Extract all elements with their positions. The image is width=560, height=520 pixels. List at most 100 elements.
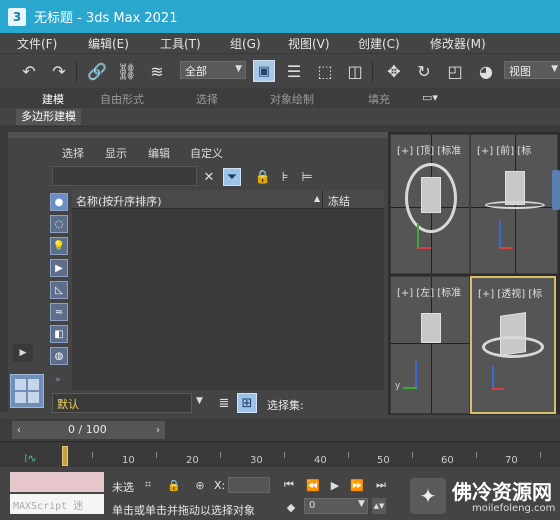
select-object-icon[interactable]: ▣ [253, 60, 275, 82]
frame-spinner-icon[interactable]: ▲▼ [372, 498, 386, 514]
viewport-top-label[interactable]: [+] [顶] [标准 [397, 142, 461, 157]
clear-filter-icon[interactable]: ✕ [200, 168, 218, 186]
maxscript-mini-listener[interactable]: MAXScript 迷 [10, 494, 104, 514]
maxscript-listener-output[interactable] [10, 472, 104, 492]
next-frame-icon[interactable]: ⏩ [348, 476, 366, 494]
ribbon-tab-populate[interactable]: 填充 [368, 91, 390, 107]
rotate-icon[interactable]: ↻ [413, 60, 435, 82]
window-crossing-icon[interactable]: ◫ [344, 60, 366, 82]
isolate-selection-icon[interactable]: ⌗ [140, 477, 156, 493]
viewport-top[interactable]: [+] [顶] [标准 [390, 134, 470, 274]
undo-icon[interactable]: ↶ [18, 60, 40, 82]
current-frame-marker[interactable] [62, 446, 68, 466]
placement-icon[interactable]: ◕ [475, 60, 497, 82]
ribbon-panel: 多边形建模 [0, 108, 560, 126]
rectangular-selection-icon[interactable]: ⬚ [314, 60, 336, 82]
select-by-name-icon[interactable]: ☰ [283, 60, 305, 82]
layer-dropdown[interactable]: 默认 [52, 393, 192, 413]
selection-lock-icon[interactable]: 🔒 [166, 477, 182, 493]
filter-icon[interactable]: ⏷ [223, 168, 241, 186]
hierarchy-icon[interactable]: ⊧ [276, 168, 294, 186]
viewport-left-label[interactable]: [+] [左] [标准 [397, 284, 461, 299]
viewport-left[interactable]: y [+] [左] [标准 [390, 276, 470, 414]
scene-search-input[interactable] [52, 166, 197, 186]
absolute-mode-icon[interactable]: ⊕ [192, 477, 208, 493]
ribbon-tab-freeform[interactable]: 自由形式 [100, 91, 144, 107]
bind-space-warp-icon[interactable]: ≋ [146, 60, 168, 82]
ruler-label: 70 [505, 455, 518, 466]
display-helpers-icon[interactable]: ◺ [50, 281, 68, 299]
viewport-area: [+] [顶] [标准 [+] [前] [标 y [+] [左] [标准 [+]… [388, 132, 560, 415]
scene-menu-edit[interactable]: 编辑 [148, 145, 170, 161]
curve-editor-icon[interactable]: ⁞∿ [24, 452, 37, 465]
redo-icon[interactable]: ↷ [48, 60, 70, 82]
move-icon[interactable]: ✥ [383, 60, 405, 82]
ribbon-tab-object-paint[interactable]: 对象绘制 [270, 91, 314, 107]
scene-menu-select[interactable]: 选择 [62, 145, 84, 161]
chevron-down-icon[interactable]: ▼ [196, 396, 203, 406]
reference-coordinate-value: 视图 [509, 65, 531, 78]
menu-edit[interactable]: 编辑(E) [88, 35, 129, 52]
more-icon[interactable]: » [55, 375, 61, 385]
time-next-icon[interactable]: › [151, 421, 165, 439]
go-to-end-icon[interactable]: ⏭ [372, 476, 390, 494]
chevron-down-icon: ▼ [235, 64, 242, 74]
reference-coordinate-dropdown[interactable]: 视图 ▼ [504, 61, 560, 79]
hierarchy-expand-icon[interactable]: ⊨ [298, 168, 316, 186]
left-gutter [0, 132, 8, 412]
scale-icon[interactable]: ◰ [444, 60, 466, 82]
display-lights-icon[interactable]: 💡 [50, 237, 68, 255]
scene-object-list[interactable] [72, 190, 384, 390]
scene-menu-display[interactable]: 显示 [105, 145, 127, 161]
menu-modifiers[interactable]: 修改器(M) [430, 35, 486, 52]
scene-menu-customize[interactable]: 自定义 [190, 145, 223, 161]
expand-panel-icon[interactable]: ▶ [13, 344, 33, 362]
lock-icon[interactable]: 🔒 [254, 168, 272, 186]
go-to-start-icon[interactable]: ⏮ [280, 476, 298, 494]
menu-views[interactable]: 视图(V) [288, 35, 330, 52]
ruler-label: 50 [377, 455, 390, 466]
layers-icon[interactable]: ≣ [214, 393, 234, 413]
viewport-front[interactable]: [+] [前] [标 [470, 134, 558, 274]
display-shapes-icon[interactable]: ◌ [50, 215, 68, 233]
play-icon[interactable]: ▶ [326, 476, 344, 494]
command-panel-tab[interactable] [552, 170, 560, 210]
previous-frame-icon[interactable]: ⏪ [304, 476, 322, 494]
ribbon-polygon-modeling[interactable]: 多边形建模 [16, 109, 81, 125]
menu-file[interactable]: 文件(F) [17, 35, 57, 52]
display-space-warps-icon[interactable]: ≈ [50, 303, 68, 321]
column-freeze-header[interactable]: 冻结 [328, 193, 350, 209]
ruler-label: 20 [186, 455, 199, 466]
menu-tools[interactable]: 工具(T) [160, 35, 201, 52]
time-previous-icon[interactable]: ‹ [12, 421, 26, 439]
viewport-perspective[interactable]: [+] [透视] [标 [470, 276, 556, 414]
display-groups-icon[interactable]: ◧ [50, 325, 68, 343]
chevron-down-icon[interactable]: ▼ [358, 499, 365, 509]
key-mode-icon[interactable]: ◆ [282, 498, 300, 516]
ribbon-tab-modeling[interactable]: 建模 [42, 91, 64, 107]
link-icon[interactable]: 🔗 [86, 60, 108, 82]
main-toolbar: ↶ ↷ 🔗 ⛓ ≋ 全部 ▼ ▣ ☰ ⬚ ◫ ✥ ↻ ◰ ◕ 视图 ▼ [0, 53, 560, 87]
viewport-perspective-label[interactable]: [+] [透视] [标 [478, 285, 542, 300]
menu-create[interactable]: 创建(C) [358, 35, 400, 52]
viewport-layout-icon[interactable] [10, 374, 44, 408]
coord-x-field[interactable] [228, 477, 270, 493]
display-geometry-icon[interactable]: ● [50, 193, 68, 211]
window-title: 无标题 - 3ds Max 2021 [34, 11, 178, 26]
hierarchy-view-icon[interactable]: ⊞ [237, 393, 257, 413]
viewport-front-label[interactable]: [+] [前] [标 [477, 142, 531, 157]
display-cameras-icon[interactable]: ▶ [50, 259, 68, 277]
selection-filter-value: 全部 [185, 65, 207, 78]
selection-filter-dropdown[interactable]: 全部 ▼ [180, 61, 246, 79]
sort-ascending-icon[interactable]: ▲ [314, 194, 320, 203]
unlink-icon[interactable]: ⛓ [116, 60, 138, 82]
ribbon-tab-selection[interactable]: 选择 [196, 91, 218, 107]
app-logo-icon: 3 [8, 7, 26, 26]
column-name-header[interactable]: 名称(按升序排序) [76, 193, 162, 209]
ruler-label: 10 [122, 455, 135, 466]
menu-group[interactable]: 组(G) [230, 35, 261, 52]
ribbon-options-icon[interactable]: ▭▾ [422, 91, 438, 104]
display-xrefs-icon[interactable]: ◍ [50, 347, 68, 365]
scene-explorer-titlebar[interactable] [8, 132, 388, 138]
chevron-down-icon: ▼ [551, 64, 558, 74]
